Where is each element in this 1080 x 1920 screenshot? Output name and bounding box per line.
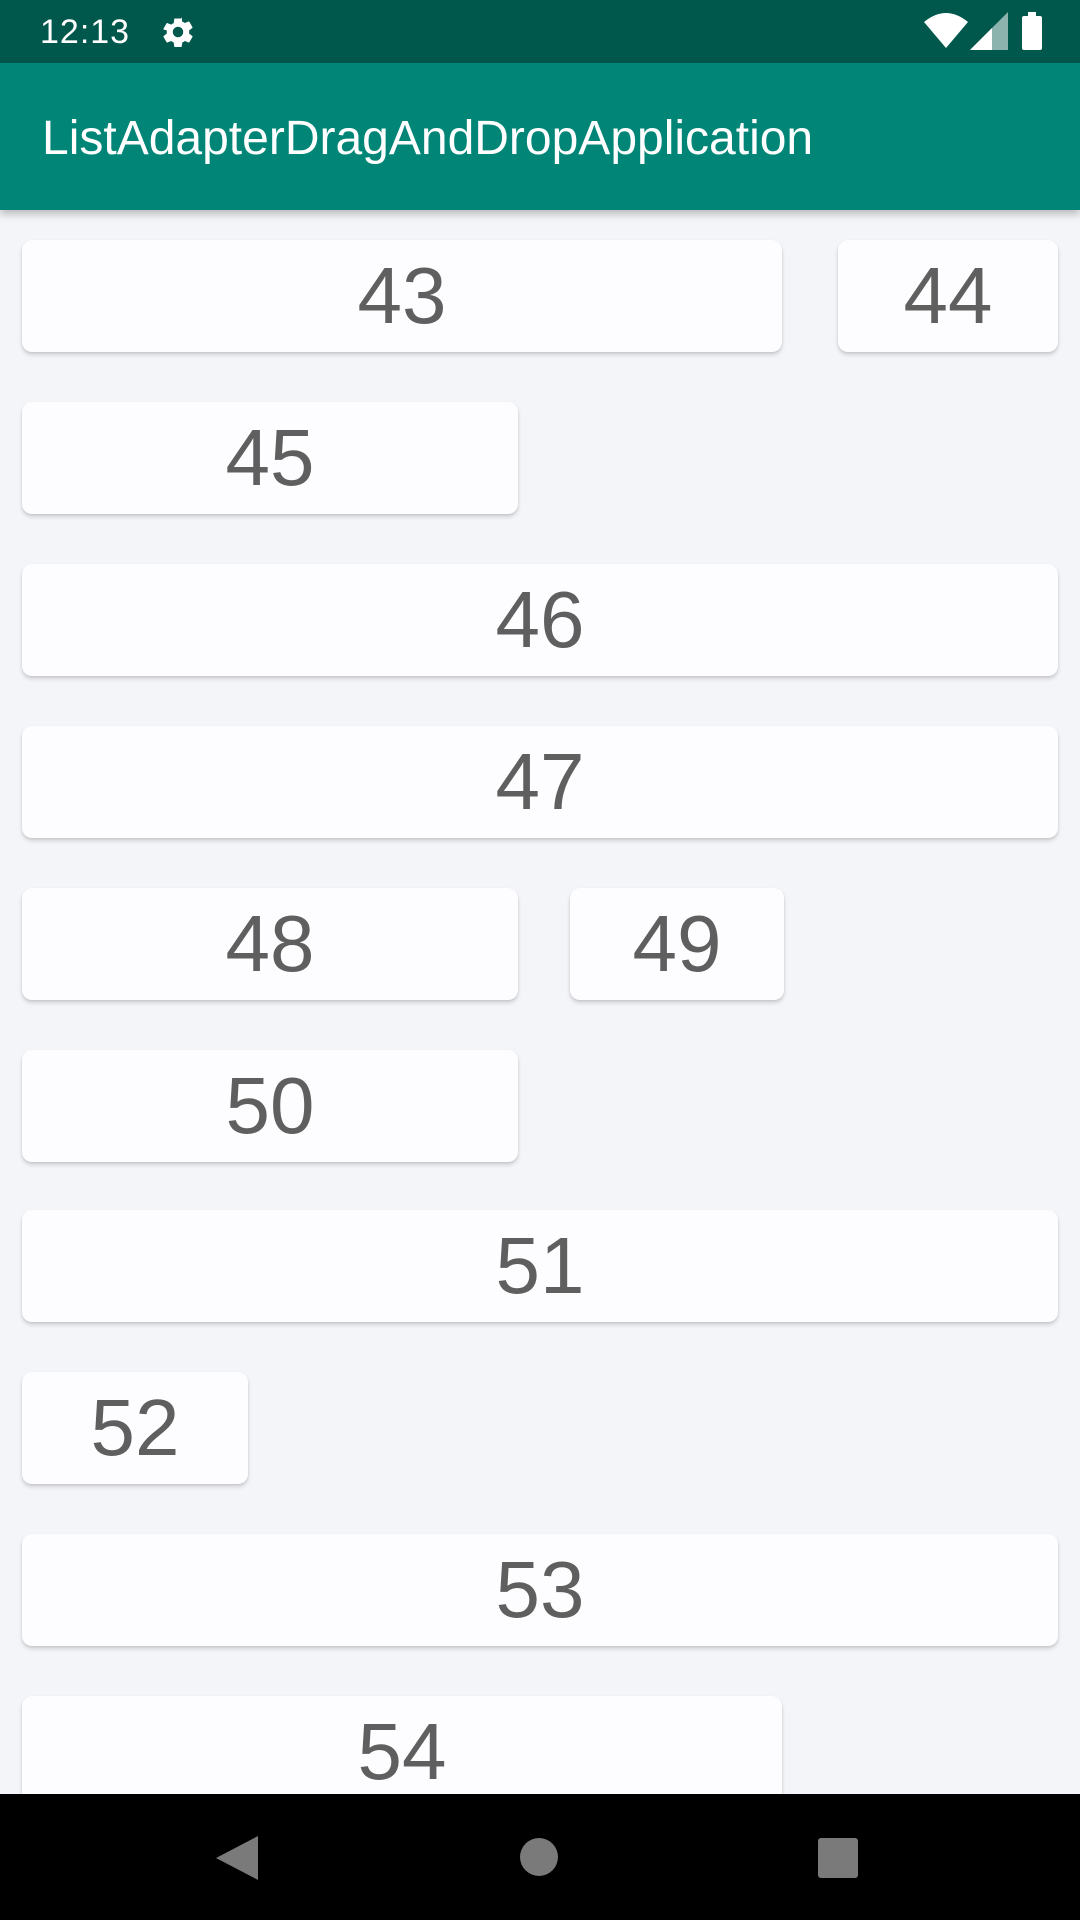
app-title: ListAdapterDragAndDropApplication	[42, 112, 814, 165]
status-time: 12:13	[40, 13, 131, 51]
cell-signal-icon	[970, 12, 1008, 50]
list-item[interactable]: 50	[22, 1050, 518, 1162]
list-item[interactable]: 54	[22, 1696, 782, 1794]
list-item-label: 46	[495, 575, 585, 664]
back-icon[interactable]	[216, 1836, 258, 1880]
list-item-label: 50	[225, 1061, 315, 1150]
list-item-label: 52	[90, 1383, 180, 1472]
list-item[interactable]: 48	[22, 888, 518, 1000]
list-item-label: 49	[632, 899, 722, 988]
battery-icon	[1022, 12, 1042, 50]
list-item-label: 53	[495, 1545, 585, 1634]
navigation-bar	[0, 1794, 1080, 1920]
wifi-icon	[924, 13, 968, 48]
list-item-label: 51	[495, 1221, 585, 1310]
list-item-label: 54	[357, 1707, 447, 1794]
list-item[interactable]: 44	[838, 240, 1058, 352]
list-item-label: 45	[225, 413, 315, 502]
list-item[interactable]: 43	[22, 240, 782, 352]
list-item[interactable]: 53	[22, 1534, 1058, 1646]
list-item-label: 43	[357, 251, 447, 340]
list-item[interactable]: 49	[570, 888, 784, 1000]
recents-icon[interactable]	[818, 1838, 858, 1878]
list-item[interactable]: 51	[22, 1210, 1058, 1322]
status-bar: 12:13	[0, 0, 1080, 63]
list-item-label: 47	[495, 737, 585, 826]
list-item[interactable]: 45	[22, 402, 518, 514]
list-item-label: 48	[225, 899, 315, 988]
item-list[interactable]: 43 44 45 46 47 48 49 50 51 52 53 54	[0, 210, 1080, 1794]
list-item-label: 44	[903, 251, 993, 340]
app-bar: ListAdapterDragAndDropApplication	[0, 63, 1080, 210]
home-icon[interactable]	[520, 1838, 558, 1876]
list-item[interactable]: 46	[22, 564, 1058, 676]
gear-icon	[163, 17, 193, 48]
list-item[interactable]: 52	[22, 1372, 248, 1484]
list-item[interactable]: 47	[22, 726, 1058, 838]
